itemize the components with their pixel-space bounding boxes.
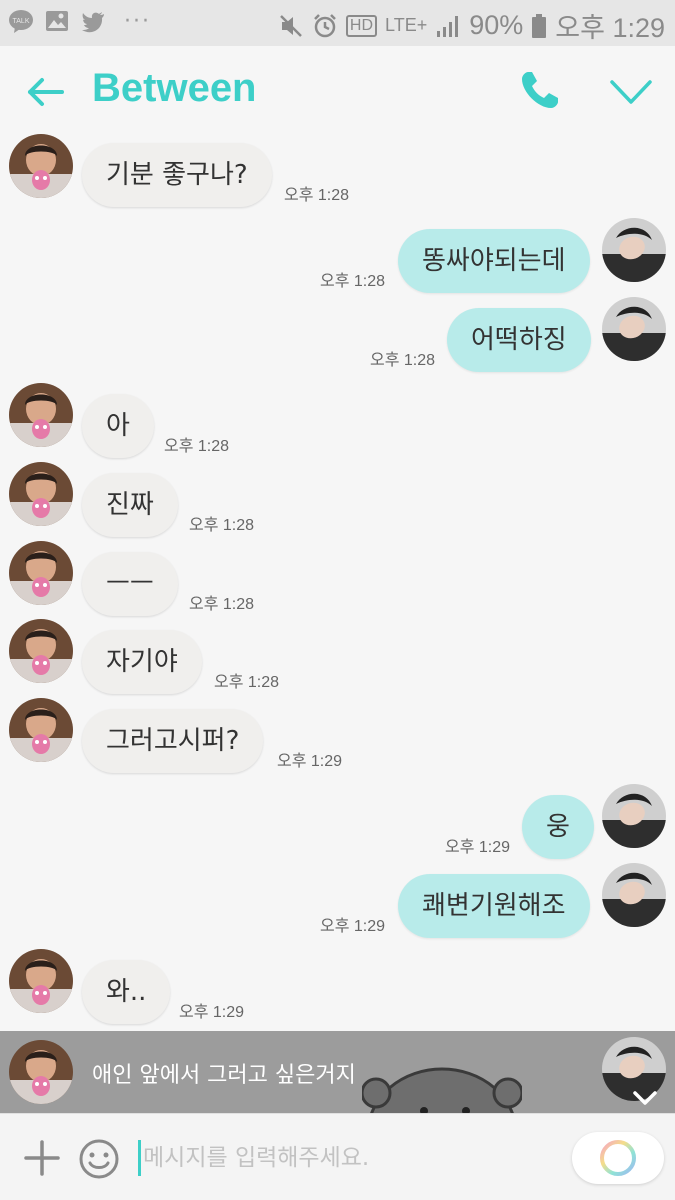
message-input[interactable] — [143, 1136, 543, 1180]
partner-photo — [9, 383, 73, 447]
my-avatar[interactable] — [602, 863, 666, 927]
my-avatar[interactable] — [602, 784, 666, 848]
message-time: 오후 1:29 — [277, 753, 343, 770]
message-time: 오후 1:28 — [164, 438, 230, 455]
partner-avatar[interactable] — [9, 698, 73, 762]
message-bubble-incoming[interactable]: ㅡㅡ — [82, 552, 178, 616]
message-time: 오후 1:29 — [179, 1004, 245, 1021]
mute-icon — [280, 14, 302, 37]
hd-voice-icon: HD — [345, 14, 378, 37]
my-photo — [602, 863, 666, 927]
partner-photo — [9, 698, 73, 762]
kakaotalk-icon: TALK — [9, 10, 33, 33]
message-time: 오후 1:29 — [445, 839, 511, 856]
message-input-bar — [0, 1113, 675, 1200]
partner-avatar[interactable] — [9, 949, 73, 1013]
message-time: 오후 1:28 — [370, 352, 436, 369]
more-notifications-icon: ··· — [124, 8, 151, 34]
lte-indicator: LTE+ — [385, 15, 428, 35]
phone-icon[interactable] — [518, 68, 562, 112]
bear-sticker-icon — [362, 1067, 522, 1113]
battery-percent: 90% — [469, 10, 524, 40]
message-time: 오후 1:29 — [320, 918, 386, 935]
battery-icon — [532, 13, 547, 38]
partner-photo — [9, 541, 73, 605]
partner-avatar[interactable] — [9, 619, 73, 683]
text-cursor — [138, 1140, 141, 1176]
my-avatar[interactable] — [602, 297, 666, 361]
preview-message-text: 애인 앞에서 그러고 싶은거지 — [92, 1063, 356, 1088]
message-time: 오후 1:28 — [284, 187, 350, 204]
partner-avatar[interactable] — [9, 134, 73, 198]
my-photo — [602, 218, 666, 282]
back-arrow-icon[interactable] — [24, 70, 68, 114]
app-header: Between — [0, 46, 675, 134]
my-photo — [602, 297, 666, 361]
partner-avatar[interactable] — [9, 462, 73, 526]
message-time: 오후 1:28 — [214, 674, 280, 691]
message-bubble-incoming[interactable]: 아 — [82, 394, 154, 458]
status-bar: TALK ··· HD LTE+ 90% 오후 1:29 — [0, 0, 675, 46]
my-avatar[interactable] — [602, 218, 666, 282]
new-message-preview[interactable]: 애인 앞에서 그러고 싶은거지 — [0, 1031, 675, 1113]
message-bubble-incoming[interactable]: 그러고시퍼? — [82, 709, 264, 773]
scroll-to-bottom-icon[interactable] — [630, 1087, 660, 1109]
emoji-icon[interactable] — [78, 1138, 120, 1180]
twitter-icon — [82, 12, 104, 33]
send-button[interactable] — [572, 1132, 664, 1184]
partner-avatar[interactable] — [9, 541, 73, 605]
message-time: 오후 1:28 — [189, 596, 255, 613]
plus-icon[interactable] — [24, 1140, 60, 1176]
message-bubble-incoming[interactable]: 기분 좋구나? — [82, 143, 272, 207]
partner-photo — [9, 619, 73, 683]
svg-text:TALK: TALK — [13, 18, 30, 25]
partner-photo — [9, 949, 73, 1013]
send-ring-icon — [600, 1140, 636, 1176]
message-bubble-outgoing[interactable]: 똥싸야되는데 — [398, 229, 590, 293]
partner-photo — [9, 1040, 73, 1104]
partner-avatar[interactable] — [9, 383, 73, 447]
message-bubble-incoming[interactable]: 와.. — [82, 960, 171, 1024]
partner-photo — [9, 462, 73, 526]
message-bubble-outgoing[interactable]: 쾌변기원해조 — [398, 874, 590, 938]
alarm-icon — [314, 13, 336, 37]
partner-photo — [9, 134, 73, 198]
message-bubble-outgoing[interactable]: 어떡하징 — [447, 308, 591, 372]
chevron-down-icon[interactable] — [608, 70, 654, 114]
message-time: 오후 1:28 — [189, 517, 255, 534]
gallery-icon — [46, 11, 68, 31]
message-bubble-incoming[interactable]: 진짜 — [82, 473, 178, 537]
message-time: 오후 1:28 — [320, 273, 386, 290]
signal-icon — [437, 15, 459, 37]
app-title: Between — [92, 66, 257, 110]
status-time: 오후 1:29 — [555, 13, 665, 43]
partner-avatar — [9, 1040, 73, 1104]
message-bubble-incoming[interactable]: 자기야 — [82, 630, 202, 694]
my-photo — [602, 784, 666, 848]
message-bubble-outgoing[interactable]: 웅 — [522, 795, 594, 859]
